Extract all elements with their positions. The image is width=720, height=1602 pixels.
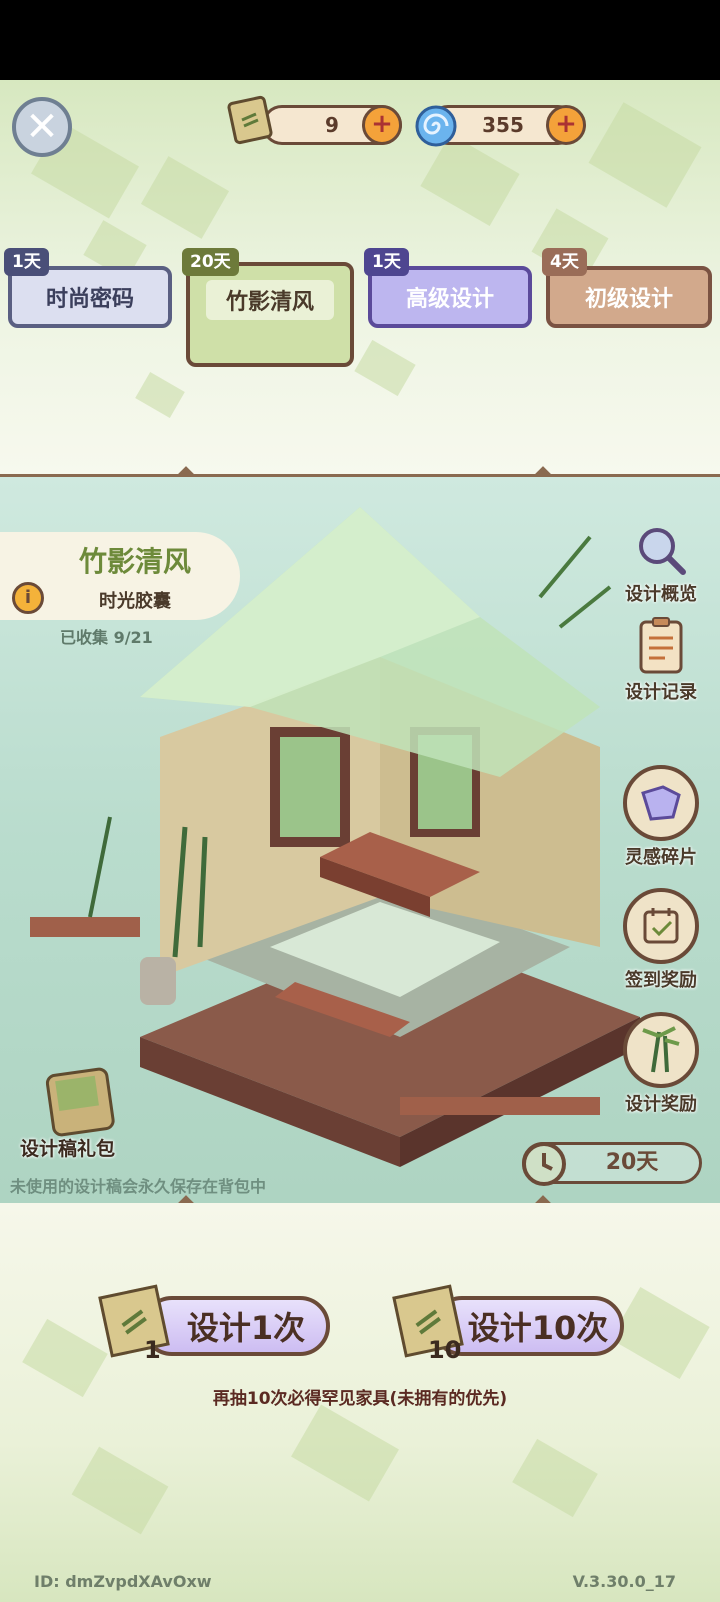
checkin-reward-button[interactable]: 签到奖励 [606, 888, 716, 992]
draw-hint: 再抽10次必得罕见家具(未拥有的优先) [212, 1389, 508, 1409]
tab-label: 高级设计 [405, 287, 494, 312]
player-id: ID: dmZvpdXAvOxw [34, 1572, 212, 1591]
design-draft-icon [224, 94, 276, 146]
draft-count: 9 [325, 113, 339, 137]
tab-label: 竹影清风 [205, 280, 334, 320]
side-label: 灵感碎片 [625, 847, 697, 868]
draw-once-label: 设计1次 [186, 1309, 306, 1347]
pool-subtitle: 时光胶囊 [99, 591, 171, 612]
side-label: 签到奖励 [625, 970, 697, 991]
draw-once-cost: 1 [144, 1336, 161, 1364]
pool-timer: 20天 [522, 1142, 702, 1186]
side-label: 设计记录 [625, 682, 697, 703]
collected-count: 已收集 9/21 [60, 628, 153, 647]
gift-pack-note: 未使用的设计稿会永久保存在背包中 [10, 1177, 267, 1196]
gift-pack-button[interactable]: 设计稿礼包 [20, 1060, 130, 1160]
gift-pack-label: 设计稿礼包 [20, 1138, 116, 1160]
close-button[interactable]: ✕ [12, 97, 72, 157]
close-icon: ✕ [25, 104, 59, 150]
version-text: V.3.30.0_17 [572, 1572, 676, 1591]
calendar-icon [623, 888, 699, 964]
status-bar [0, 0, 720, 80]
clipboard-icon [606, 616, 716, 676]
tab-label: 初级设计 [584, 287, 673, 312]
tab-badge: 1天 [364, 248, 409, 276]
design-overview-button[interactable]: 设计概览 [606, 522, 716, 606]
add-gem-button[interactable]: + [546, 105, 586, 145]
add-draft-button[interactable]: + [362, 105, 402, 145]
bamboo-icon [623, 1012, 699, 1088]
design-reward-button[interactable]: 设计奖励 [606, 1012, 716, 1116]
side-label: 设计奖励 [625, 1094, 697, 1115]
gem-count: 355 [482, 113, 524, 137]
tab-badge: 1天 [4, 248, 49, 276]
timer-text: 20天 [605, 1150, 659, 1175]
fragments-icon [623, 765, 699, 841]
draw-ten-label: 设计10次 [467, 1309, 609, 1347]
tab-label: 时尚密码 [45, 287, 134, 312]
pool-title: 竹影清风 [78, 545, 191, 578]
info-icon[interactable]: i [12, 582, 44, 614]
draw-ten-cost: 10 [428, 1336, 462, 1364]
tab-badge: 4天 [542, 248, 587, 276]
design-records-button[interactable]: 设计记录 [606, 616, 716, 704]
side-label: 设计概览 [625, 584, 697, 605]
tab-bamboo-breeze[interactable]: 竹影清风 [186, 262, 354, 367]
clock-icon [519, 1139, 569, 1193]
draw-once-button[interactable]: 设计1次 [142, 1296, 330, 1356]
tab-badge: 20天 [182, 248, 239, 276]
gift-pack-icon [40, 1060, 120, 1144]
inspiration-fragments-button[interactable]: 灵感碎片 [606, 765, 716, 869]
magnifier-icon [606, 522, 716, 578]
spiral-gem-icon [412, 102, 460, 150]
